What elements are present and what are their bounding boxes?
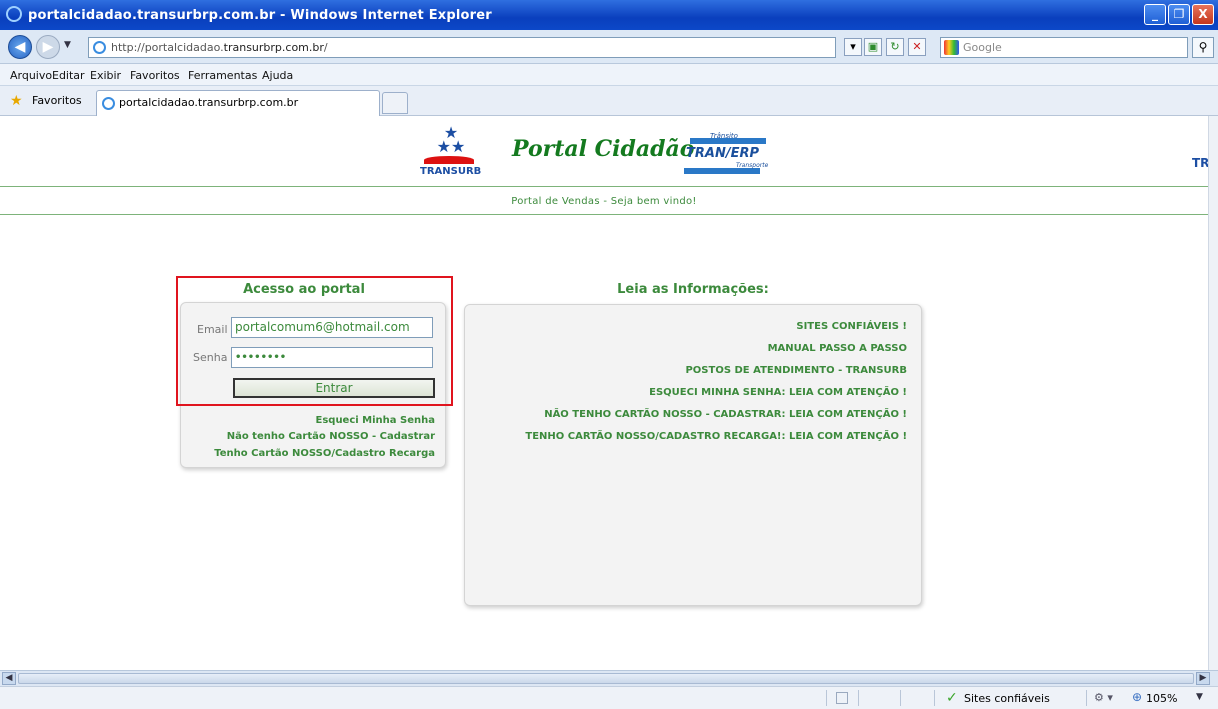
zoom-icon[interactable]: ⊕ (1132, 690, 1142, 704)
browser-tab[interactable]: portalcidadao.transurbrp.com.br (96, 90, 380, 116)
window-title: portalcidadao.transurbrp.com.br - Window… (28, 8, 492, 23)
zoom-dropdown-icon[interactable]: ▼ (1196, 692, 1203, 702)
popup-icon (836, 692, 848, 704)
recharge-link[interactable]: Tenho Cartão NOSSO/Cadastro Recarga (214, 448, 435, 459)
info-link-forgot-password[interactable]: ESQUECI MINHA SENHA: LEIA COM ATENÇÃO ! (649, 387, 907, 398)
zoom-level[interactable]: 105% (1146, 692, 1177, 705)
trusted-check-icon: ✓ (946, 690, 958, 706)
menu-bar: Arquivo Editar Exibir Favoritos Ferramen… (0, 64, 1218, 86)
page-icon (93, 41, 106, 54)
google-icon (944, 40, 959, 55)
info-title: Leia as Informações: (617, 282, 769, 297)
address-field[interactable]: http://portalcidadao.transurbrp.com.br/ (88, 37, 836, 58)
menu-exibir[interactable]: Exibir (90, 69, 121, 82)
welcome-text: Portal de Vendas - Seja bem vindo! (511, 196, 697, 207)
transerp-logo-label: TRAN/ERP (686, 146, 759, 161)
forgot-password-link[interactable]: Esqueci Minha Senha (316, 415, 436, 426)
info-link-trusted-sites[interactable]: SITES CONFIÁVEIS ! (796, 321, 907, 332)
security-zone[interactable]: Sites confiáveis (964, 692, 1050, 705)
search-icon[interactable]: ⚲ (1192, 37, 1214, 58)
transurb-logo-right: TR (1192, 156, 1208, 170)
minimize-button[interactable]: _ (1144, 4, 1166, 25)
info-link-register[interactable]: NÃO TENHO CARTÃO NOSSO - CADASTRAR: LEIA… (544, 409, 907, 420)
search-input[interactable]: Google (940, 37, 1188, 58)
history-dropdown-icon[interactable]: ▼ (64, 40, 71, 50)
menu-favoritos[interactable]: Favoritos (130, 69, 180, 82)
favorites-bar: ★ Favoritos portalcidadao.transurbrp.com… (0, 86, 1218, 116)
info-link-recharge[interactable]: TENHO CARTÃO NOSSO/CADASTRO RECARGA!: LE… (525, 431, 907, 442)
status-divider (934, 690, 935, 706)
back-button[interactable]: ◀ (8, 35, 32, 59)
favorites-button[interactable]: Favoritos (32, 94, 82, 107)
transurb-logo-label: TRANSURB (420, 166, 482, 177)
scroll-left-icon[interactable]: ◀ (2, 672, 16, 685)
page-header: ★ ★★ TRANSURB Portal Cidadão Trânsito TRA… (0, 116, 1208, 186)
info-link-manual[interactable]: MANUAL PASSO A PASSO (768, 343, 907, 354)
stop-icon[interactable]: ✕ (908, 38, 926, 56)
logo-red-band (424, 156, 474, 164)
navigation-bar: ◀ ▶ ▼ http://portalcidadao.transurbrp.co… (0, 30, 1218, 64)
menu-editar[interactable]: Editar (52, 69, 85, 82)
horizontal-scrollbar[interactable]: ◀ ▶ (0, 670, 1218, 686)
highlight-box (176, 276, 453, 406)
protected-mode-icon[interactable]: ⚙ ▾ (1094, 691, 1113, 704)
status-divider (826, 690, 827, 706)
ie-icon (6, 6, 22, 22)
forward-button[interactable]: ▶ (36, 35, 60, 59)
favorites-star-icon[interactable]: ★ (10, 93, 23, 109)
url-prefix: http://portalcidadao. (111, 41, 224, 54)
scroll-thumb[interactable] (18, 673, 1194, 684)
search-placeholder: Google (963, 41, 1002, 54)
menu-arquivo[interactable]: Arquivo (10, 69, 52, 82)
menu-ajuda[interactable]: Ajuda (262, 69, 293, 82)
header-divider (0, 186, 1208, 187)
refresh-icon[interactable]: ↻ (886, 38, 904, 56)
arrow-right-icon (690, 138, 766, 144)
portal-title: Portal Cidadão (512, 136, 695, 162)
status-divider (900, 690, 901, 706)
url-domain: transurbrp.com.br (223, 41, 324, 54)
transerp-logo-sub: Transporte (736, 162, 769, 169)
info-panel: SITES CONFIÁVEIS ! MANUAL PASSO A PASSO … (464, 304, 922, 606)
vertical-scrollbar[interactable] (1208, 116, 1218, 670)
welcome-divider (0, 214, 1208, 215)
tab-title: portalcidadao.transurbrp.com.br (119, 96, 299, 109)
stars-icon: ★ ★★ (436, 123, 466, 156)
register-card-link[interactable]: Não tenho Cartão NOSSO - Cadastrar (227, 431, 435, 442)
tab-page-icon (102, 97, 115, 110)
status-divider (1086, 690, 1087, 706)
info-link-service-points[interactable]: POSTOS DE ATENDIMENTO - TRANSURB (685, 365, 907, 376)
page-content: ★ ★★ TRANSURB Portal Cidadão Trânsito TRA… (0, 116, 1208, 670)
menu-ferramentas[interactable]: Ferramentas (188, 69, 257, 82)
url-suffix: / (323, 41, 328, 54)
address-dropdown-icon[interactable]: ▾ (844, 38, 862, 56)
scroll-right-icon[interactable]: ▶ (1196, 672, 1210, 685)
transurb-logo: ★ ★★ TRANSURB (420, 123, 482, 178)
status-bar: ✓ Sites confiáveis ⚙ ▾ ⊕ 105% ▼ (0, 686, 1218, 709)
close-button[interactable]: X (1192, 4, 1214, 25)
maximize-button[interactable]: ❐ (1168, 4, 1190, 25)
transerp-logo: Trânsito TRAN/ERP Transporte (680, 132, 776, 180)
new-tab-button[interactable] (382, 92, 408, 114)
compatibility-icon[interactable]: ▣ (864, 38, 882, 56)
window-titlebar: portalcidadao.transurbrp.com.br - Window… (0, 0, 1218, 30)
status-divider (858, 690, 859, 706)
